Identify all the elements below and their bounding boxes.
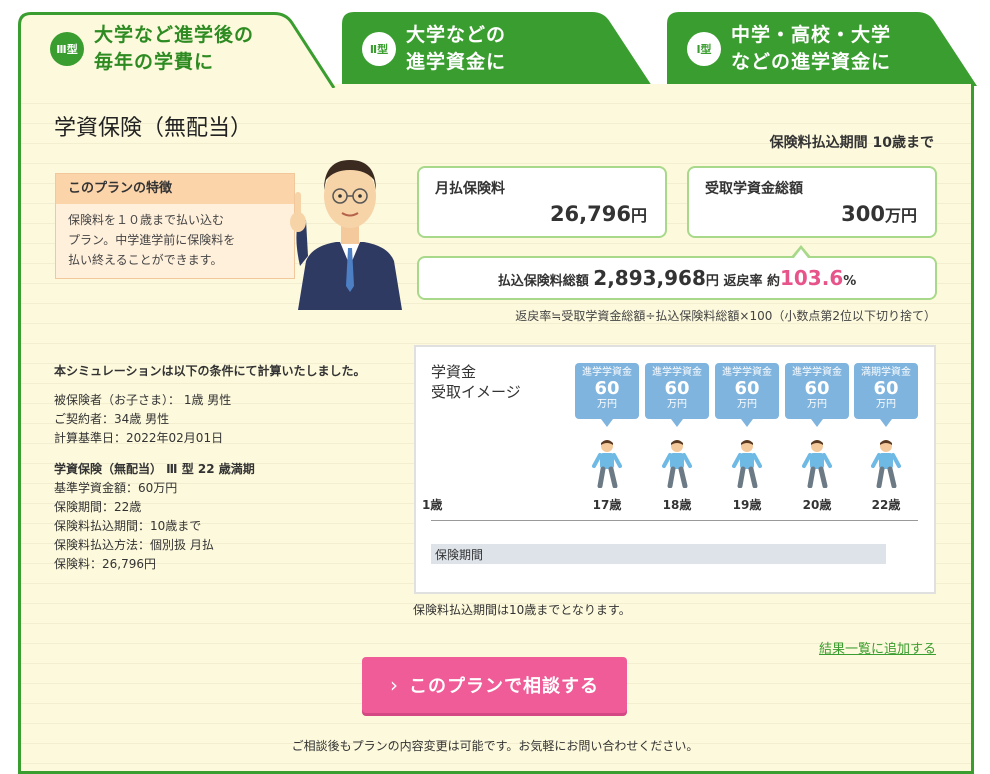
age-label: 18歳 (662, 498, 692, 512)
child-figure-icon (732, 440, 762, 488)
feature-heading: このプランの特徴 (56, 174, 294, 204)
insurance-period-bar (431, 544, 886, 564)
condition-line: 基準学資金額：60万円 (54, 481, 178, 495)
total-benefit-value: 300万円 (841, 202, 917, 226)
tab-type-3-title: 大学など進学後の 毎年の学費に (94, 24, 255, 73)
summary-line: 払込保険料総額 2,893,968円 返戻率 約103.6% (497, 266, 857, 290)
card-pointer-inner (794, 249, 808, 258)
child-figure-icon (592, 440, 622, 488)
benefit-bubble: 進学学資金 60 万円 (645, 363, 709, 427)
plan-title: 学資保険（無配当） (54, 116, 253, 141)
total-premium-amount: 2,893,968 (593, 266, 706, 290)
monthly-premium-label: 月払保険料 (435, 181, 505, 197)
condition-line: 保険料払込方法：個別扱 月払 (54, 538, 214, 552)
advisor-illustration (290, 160, 402, 310)
conditions-section: 学資保険（無配当） Ⅲ 型 22 歳満期 (54, 462, 255, 476)
return-rate-label: 返戻率 約 (723, 274, 780, 289)
feature-text: 保険料を１０歳まで払い込む プラン。中学進学前に保険料を 払い終えることができま… (68, 213, 236, 267)
add-to-results-link[interactable]: 結果一覧に追加する (819, 638, 936, 657)
timeline-axis (431, 520, 918, 521)
monthly-premium-card: 月払保険料 26,796円 (417, 166, 667, 238)
child-figure-icon (802, 440, 832, 488)
age-label: 20歳 (802, 498, 832, 512)
benefit-bubble: 進学学資金 60 万円 (715, 363, 779, 427)
total-benefit-card: 受取学資金総額 300万円 (687, 166, 937, 238)
pay-period: 保険料払込期間 10歳まで (769, 135, 934, 151)
tab-type-2-badge: Ⅱ型 (362, 32, 396, 66)
total-benefit-label: 受取学資金総額 (705, 181, 803, 197)
tab-type-3-active[interactable]: Ⅲ型 大学など進学後の 毎年の学費に (18, 12, 336, 88)
summary-card: 払込保険料総額 2,893,968円 返戻率 約103.6% (417, 256, 937, 300)
condition-line: 保険料：26,796円 (54, 557, 156, 571)
return-rate-formula: 返戻率≒受取学資金総額÷払込保険料総額×100（小数点第2位以下切り捨て） (515, 309, 936, 323)
age-label: 22歳 (871, 498, 901, 512)
condition-line: 保険料払込期間：10歳まで (54, 519, 202, 533)
condition-line: 被保険者（お子さま）： 1歳 男性 (54, 393, 232, 407)
consult-plan-button[interactable]: › このプランで相談する (362, 657, 627, 713)
monthly-premium-value: 26,796円 (549, 202, 647, 226)
condition-line: 保険期間：22歳 (54, 500, 142, 514)
age-label-start: 1歳 (422, 498, 443, 512)
feature-box: このプランの特徴 保険料を１０歳まで払い込む プラン。中学進学前に保険料を 払い… (55, 173, 295, 279)
benefit-bubble: 進学学資金 60 万円 (575, 363, 639, 427)
tab-type-1-title: 中学・高校・大学 などの進学資金に (731, 24, 892, 73)
child-figure-icon (662, 440, 692, 488)
tab-type-3-badge: Ⅲ型 (50, 32, 84, 66)
payment-period-note: 保険料払込期間は10歳までとなります。 (413, 603, 631, 617)
consult-plan-label: このプランで相談する (409, 676, 599, 697)
tab-type-2-title: 大学などの 進学資金に (406, 24, 507, 73)
chevron-right-icon: › (390, 673, 399, 697)
benefit-bubble: 進学学資金 60 万円 (785, 363, 849, 427)
tab-type-1[interactable]: Ⅰ型 中学・高校・大学 などの進学資金に (667, 12, 977, 86)
child-figure-icon (871, 440, 901, 488)
tab-type-1-badge: Ⅰ型 (687, 32, 721, 66)
insurance-period-label: 保険期間 (435, 548, 484, 562)
condition-line: ご契約者：34歳 男性 (54, 412, 170, 426)
age-label: 19歳 (732, 498, 762, 512)
footer-note: ご相談後もプランの内容変更は可能です。お気軽にお問い合わせください。 (291, 739, 699, 753)
benefit-image-title: 学資金 受取イメージ (431, 363, 521, 401)
tab-type-2[interactable]: Ⅱ型 大学などの 進学資金に (342, 12, 652, 86)
total-premium-label: 払込保険料総額 (497, 274, 589, 289)
conditions-heading: 本シミュレーションは以下の条件にて計算いたしました。 (54, 364, 366, 378)
condition-line: 計算基準日：2022年02月01日 (54, 431, 224, 445)
return-rate-value: 103.6 (779, 266, 844, 290)
simulation-conditions: 本シミュレーションは以下の条件にて計算いたしました。 被保険者（お子さま）： 1… (54, 362, 384, 574)
age-label: 17歳 (592, 498, 622, 512)
benefit-bubble: 満期学資金 60 万円 (854, 363, 918, 427)
